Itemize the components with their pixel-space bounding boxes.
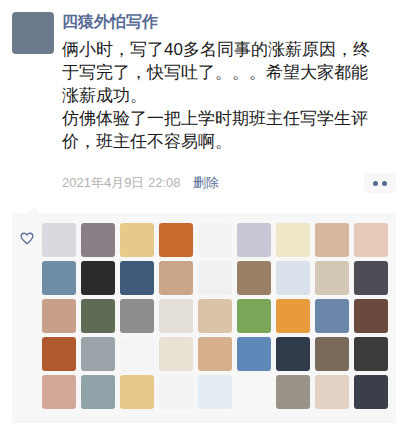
- likers-grid: [42, 223, 388, 417]
- liker-avatar[interactable]: [159, 223, 193, 257]
- liker-avatar[interactable]: [354, 299, 388, 333]
- post-line: 涨薪成功。: [62, 84, 396, 107]
- post-time: 2021年4月9日 22:08: [62, 173, 181, 193]
- liker-avatar[interactable]: [198, 261, 232, 295]
- liker-avatar[interactable]: [276, 261, 310, 295]
- liker-avatar[interactable]: [354, 375, 388, 409]
- post-line: 价，班主任不容易啊。: [62, 130, 396, 153]
- post-line: 仿佛体验了一把上学时期班主任写学生评: [62, 107, 396, 130]
- liker-avatar[interactable]: [198, 299, 232, 333]
- liker-avatar[interactable]: [198, 337, 232, 371]
- arrow-icon: [28, 207, 40, 213]
- liker-avatar[interactable]: [81, 375, 115, 409]
- liker-avatar[interactable]: [315, 337, 349, 371]
- liker-avatar[interactable]: [276, 375, 310, 409]
- liker-avatar[interactable]: [237, 261, 271, 295]
- liker-avatar[interactable]: [354, 261, 388, 295]
- more-icon[interactable]: [364, 173, 396, 193]
- post-meta: 2021年4月9日 22:08 删除: [62, 173, 396, 193]
- liker-avatar[interactable]: [120, 223, 154, 257]
- dot-icon: [373, 181, 378, 186]
- liker-avatar[interactable]: [120, 375, 154, 409]
- post-body: 四猿外怕写作俩小时，写了40多名同事的涨薪原因，终于写完了，快写吐了。。。希望大…: [62, 12, 396, 193]
- liker-avatar[interactable]: [315, 299, 349, 333]
- liker-avatar[interactable]: [237, 337, 271, 371]
- liker-avatar[interactable]: [159, 261, 193, 295]
- liker-avatar[interactable]: [237, 223, 271, 257]
- liker-avatar[interactable]: [276, 223, 310, 257]
- post-line: 于写完了，快写吐了。。。希望大家都能: [62, 61, 396, 84]
- liker-avatar[interactable]: [120, 261, 154, 295]
- liker-avatar[interactable]: [198, 223, 232, 257]
- dot-icon: [382, 181, 387, 186]
- liker-avatar[interactable]: [354, 337, 388, 371]
- liker-avatar[interactable]: [81, 299, 115, 333]
- liker-avatar[interactable]: [237, 299, 271, 333]
- liker-avatar[interactable]: [159, 375, 193, 409]
- liker-avatar[interactable]: [120, 299, 154, 333]
- liker-avatar[interactable]: [276, 299, 310, 333]
- liker-avatar[interactable]: [81, 223, 115, 257]
- liker-avatar[interactable]: [315, 261, 349, 295]
- liker-avatar[interactable]: [237, 375, 271, 409]
- likes-box: [12, 213, 396, 423]
- liker-avatar[interactable]: [42, 337, 76, 371]
- liker-avatar[interactable]: [315, 375, 349, 409]
- liker-avatar[interactable]: [81, 261, 115, 295]
- heart-holder: [12, 223, 42, 417]
- liker-avatar[interactable]: [354, 223, 388, 257]
- liker-avatar[interactable]: [81, 337, 115, 371]
- liker-avatar[interactable]: [159, 337, 193, 371]
- liker-avatar[interactable]: [315, 223, 349, 257]
- liker-avatar[interactable]: [198, 375, 232, 409]
- likes-panel: [12, 213, 396, 423]
- author-avatar[interactable]: [12, 12, 54, 54]
- heart-icon: [20, 232, 34, 245]
- liker-avatar[interactable]: [42, 223, 76, 257]
- post-header: 四猿外怕写作俩小时，写了40多名同事的涨薪原因，终于写完了，快写吐了。。。希望大…: [0, 0, 408, 193]
- liker-avatar[interactable]: [120, 337, 154, 371]
- post-line: 俩小时，写了40多名同事的涨薪原因，终: [62, 38, 396, 61]
- liker-avatar[interactable]: [42, 375, 76, 409]
- delete-link[interactable]: 删除: [193, 173, 219, 193]
- liker-avatar[interactable]: [276, 337, 310, 371]
- post-text: 俩小时，写了40多名同事的涨薪原因，终于写完了，快写吐了。。。希望大家都能涨薪成…: [62, 38, 396, 153]
- author-name[interactable]: 四猿外怕写作: [62, 12, 396, 32]
- liker-avatar[interactable]: [159, 299, 193, 333]
- liker-avatar[interactable]: [42, 299, 76, 333]
- liker-avatar[interactable]: [42, 261, 76, 295]
